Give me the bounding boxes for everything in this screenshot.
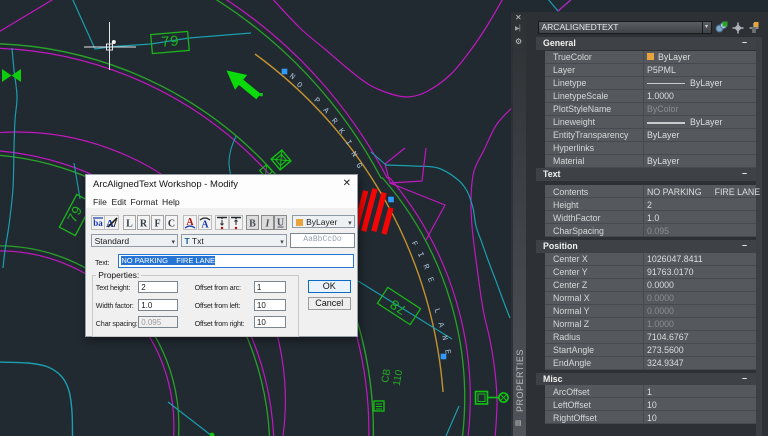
svg-text:F: F [155,218,161,229]
svg-text:79: 79 [160,33,179,52]
svg-text:L: L [126,218,133,229]
svg-text:C: C [168,218,175,229]
svg-text:B: B [249,218,256,229]
svg-text:R: R [140,218,148,229]
svg-text:ba: ba [93,218,103,228]
svg-text:A: A [201,219,209,230]
